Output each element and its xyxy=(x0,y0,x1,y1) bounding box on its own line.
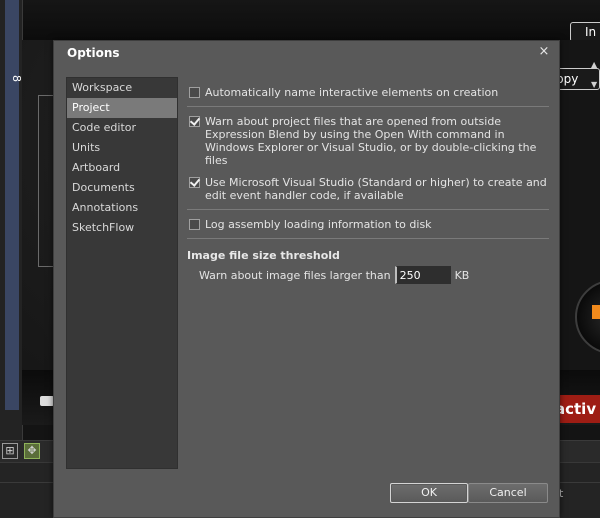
project-options-panel: Automatically name interactive elements … xyxy=(187,81,549,284)
orange-marker xyxy=(592,305,600,319)
use-visual-studio-checkbox[interactable] xyxy=(189,177,200,188)
scroll-down-icon[interactable]: ▼ xyxy=(591,80,597,89)
ok-button[interactable]: OK xyxy=(390,483,468,503)
category-annotations[interactable]: Annotations xyxy=(67,198,177,218)
threshold-unit: KB xyxy=(454,268,470,282)
warn-project-files-label: Warn about project files that are opened… xyxy=(205,115,537,167)
separator xyxy=(187,106,549,107)
comment-icon[interactable] xyxy=(40,396,54,406)
category-units[interactable]: Units xyxy=(67,138,177,158)
log-assembly-checkbox[interactable] xyxy=(189,219,200,230)
grid-toggle-icon[interactable]: ⊞ xyxy=(2,443,18,459)
cancel-button[interactable]: Cancel xyxy=(468,483,548,503)
scroll-up-icon[interactable]: ▲ xyxy=(591,60,597,69)
options-dialog: Options × Workspace Project Code editor … xyxy=(53,40,560,518)
dialog-title: Options xyxy=(67,46,120,60)
category-documents[interactable]: Documents xyxy=(67,178,177,198)
threshold-label: Warn about image files larger than xyxy=(199,268,391,282)
auto-name-label: Automatically name interactive elements … xyxy=(205,86,499,99)
snap-toggle-icon[interactable]: ✥ xyxy=(24,443,40,459)
category-list: Workspace Project Code editor Units Artb… xyxy=(66,77,178,469)
close-icon[interactable]: × xyxy=(537,45,551,59)
option-warn-project-files: Warn about project files that are opened… xyxy=(187,110,549,171)
category-project[interactable]: Project xyxy=(67,98,177,118)
option-log-assembly: Log assembly loading information to disk xyxy=(187,213,549,235)
red-banner-text: activ xyxy=(555,400,597,418)
app-window: In 8 ppy ▲ ▼ activ ⊞ ✥ t Options × Works… xyxy=(0,0,600,518)
category-sketchflow[interactable]: SketchFlow xyxy=(67,218,177,238)
threshold-input[interactable] xyxy=(394,266,451,284)
warn-project-files-checkbox[interactable] xyxy=(189,116,200,127)
auto-name-checkbox[interactable] xyxy=(189,87,200,98)
threshold-section-title: Image file size threshold xyxy=(187,249,340,262)
separator xyxy=(187,238,549,239)
category-code-editor[interactable]: Code editor xyxy=(67,118,177,138)
top-right-button[interactable]: In xyxy=(570,22,600,42)
category-workspace[interactable]: Workspace xyxy=(67,78,177,98)
use-visual-studio-label: Use Microsoft Visual Studio (Standard or… xyxy=(205,176,547,202)
top-toolbar-strip xyxy=(0,0,600,40)
category-artboard[interactable]: Artboard xyxy=(67,158,177,178)
threshold-row: Warn about image files larger than KB xyxy=(187,266,549,284)
left-selection-bar xyxy=(5,0,19,410)
log-assembly-label: Log assembly loading information to disk xyxy=(205,218,432,231)
option-use-visual-studio: Use Microsoft Visual Studio (Standard or… xyxy=(187,171,549,206)
dialog-titlebar[interactable]: Options × xyxy=(54,41,559,66)
separator xyxy=(187,209,549,210)
option-auto-name: Automatically name interactive elements … xyxy=(187,81,549,103)
